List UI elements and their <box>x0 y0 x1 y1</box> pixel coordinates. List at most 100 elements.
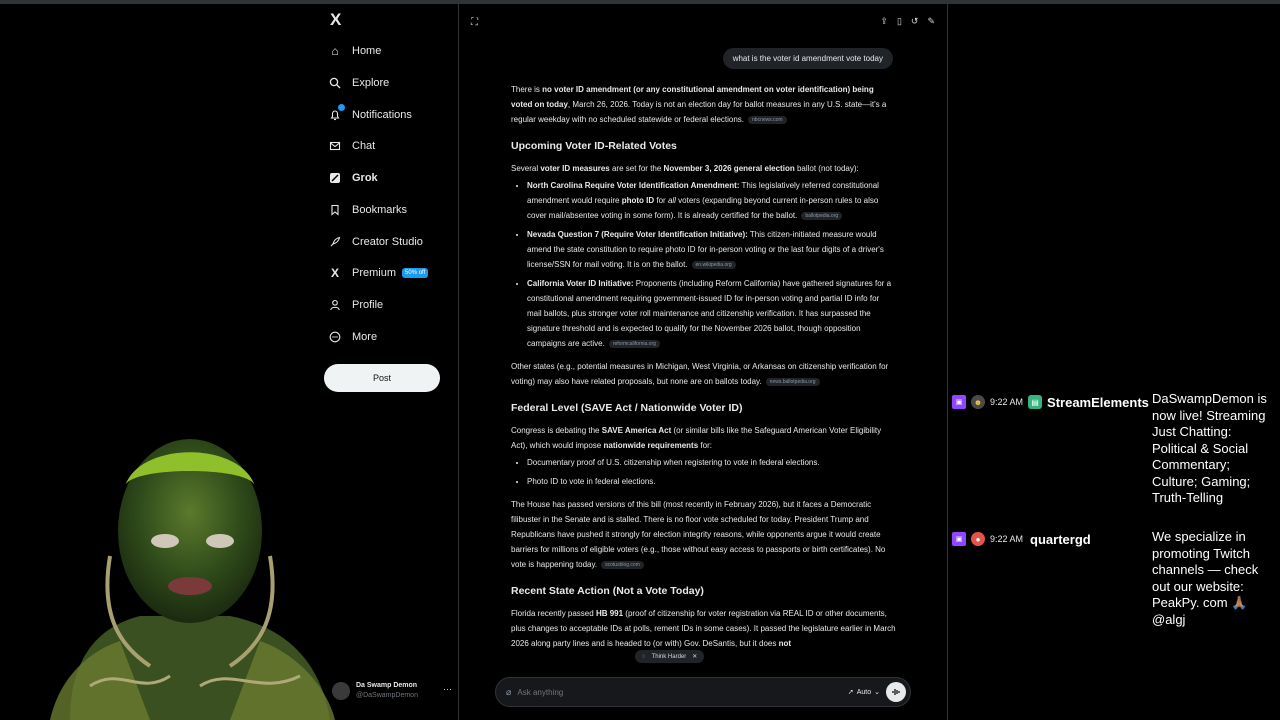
nav-more[interactable]: More <box>328 324 377 350</box>
nav-premium-label: Premium <box>352 267 397 279</box>
italic-text: all <box>667 196 676 205</box>
profile-name: Da Swamp Demon <box>356 682 418 689</box>
notification-dot <box>338 104 345 111</box>
nav-explore-label: Explore <box>352 77 390 89</box>
bold-text: Nevada Question 7 (Require Voter Identif… <box>527 230 748 239</box>
chat-meta: ▣ ☻ 9:22 AM ▤ StreamElements <box>952 394 1149 410</box>
attach-icon[interactable]: ⌀ <box>506 687 511 698</box>
list-item: Photo ID to vote in federal elections. <box>527 474 896 489</box>
profile-handle: @DaSwampDemon <box>356 692 418 699</box>
rocket-icon: ➚ <box>847 689 854 696</box>
x-icon: X <box>330 266 339 280</box>
nav-notifications[interactable]: Notifications <box>328 102 412 128</box>
share-icon[interactable]: ⇪ <box>880 16 888 27</box>
home-icon: ⌂ <box>331 44 339 58</box>
think-harder-chip[interactable]: ◌ Think Harder ✕ <box>635 650 705 663</box>
bold-text: not <box>778 639 791 648</box>
list-item: Nevada Question 7 (Require Voter Identif… <box>527 227 896 272</box>
user-avatar-icon: ● <box>971 532 985 546</box>
bold-text: North Carolina Require Voter Identificat… <box>527 181 740 190</box>
bulb-icon: ◌ <box>642 653 646 660</box>
text: , March 26, 2026. Today is not an electi… <box>511 100 887 124</box>
bold-text: California Voter ID Initiative: <box>527 279 634 288</box>
waveform-icon <box>892 689 900 695</box>
nav-profile-label: Profile <box>352 299 384 311</box>
chat-text: DaSwampDemon is now live! Streaming Just… <box>1152 391 1267 505</box>
bookmark-icon <box>328 203 342 217</box>
text: Other states (e.g., potential measures i… <box>511 362 889 386</box>
nav-explore[interactable]: Explore <box>328 70 389 96</box>
bold-text: photo ID <box>621 196 655 205</box>
twitch-icon: ▣ <box>952 532 966 546</box>
chat-username: quartergd <box>1030 531 1091 547</box>
text: for: <box>698 441 712 450</box>
sidebar-nav: X ⌂ Home Explore Notifications Chat Grok… <box>320 0 457 720</box>
bold-text: nationwide requirements <box>603 441 699 450</box>
grok-response: There is no voter ID amendment (or any c… <box>511 82 896 661</box>
list-item: Documentary proof of U.S. citizenship wh… <box>527 455 896 470</box>
premium-discount-badge: 50% off <box>402 268 429 278</box>
rocket-icon <box>328 235 342 249</box>
user-badge-icon: ☻ <box>971 395 985 409</box>
citation-chip[interactable]: en.wikipedia.org <box>691 260 736 269</box>
citation-chip[interactable]: ballotpedia.org <box>801 211 843 220</box>
expand-icon[interactable]: ⛶ <box>471 17 478 28</box>
federal-status-paragraph: The House has passed versions of this bi… <box>511 497 896 572</box>
ask-input[interactable] <box>517 687 842 697</box>
nav-home[interactable]: ⌂ Home <box>328 38 381 64</box>
citation-chip[interactable]: news.ballotpedia.org <box>765 377 820 386</box>
citation-chip[interactable]: nbcnews.com <box>748 115 787 124</box>
section-heading: Federal Level (SAVE Act / Nationwide Vot… <box>511 402 743 414</box>
account-switcher[interactable]: Da Swamp Demon @DaSwampDemon ··· <box>332 680 452 702</box>
text: The House has passed versions of this bi… <box>511 500 886 569</box>
nav-premium[interactable]: X Premium 50% off <box>328 260 429 286</box>
nav-creator-studio[interactable]: Creator Studio <box>328 229 423 255</box>
mode-selector[interactable]: ➚ Auto ⌄ <box>847 688 880 697</box>
text: are set for the <box>609 164 664 173</box>
ellipsis-icon[interactable]: ··· <box>443 684 452 694</box>
citation-chip[interactable]: scotusblog.com <box>601 560 644 569</box>
nav-chat[interactable]: Chat <box>328 133 375 159</box>
bell-icon <box>328 104 345 122</box>
nav-grok-label: Grok <box>352 172 378 184</box>
text: Florida recently passed <box>511 609 596 618</box>
nav-home-label: Home <box>352 45 382 57</box>
upcoming-list: North Carolina Require Voter Identificat… <box>511 178 896 351</box>
list-item: California Voter ID Initiative: Proponen… <box>527 276 896 351</box>
user-message-bubble: what is the voter id amendment vote toda… <box>722 48 893 69</box>
grok-icon <box>328 171 342 185</box>
mail-icon <box>328 139 342 153</box>
citation-chip[interactable]: reformcalifornia.org <box>608 339 660 348</box>
state-action-paragraph: Florida recently passed HB 991 (proof of… <box>511 606 896 651</box>
chat-text: We specialize in promoting Twitch channe… <box>1152 529 1259 627</box>
new-chat-icon[interactable]: ✎ <box>927 16 935 27</box>
history-icon[interactable]: ↺ <box>911 16 919 27</box>
avatar <box>332 682 350 700</box>
streamer-webcam-image <box>50 439 335 720</box>
grok-toolbar: ⇪ ▯ ↺ ✎ <box>880 16 935 27</box>
nav-more-label: More <box>352 331 378 343</box>
nav-profile[interactable]: Profile <box>328 292 383 318</box>
close-icon[interactable]: ✕ <box>692 653 697 660</box>
x-logo[interactable]: X <box>330 10 341 30</box>
text: Several <box>511 164 541 173</box>
more-icon <box>328 330 342 344</box>
text: Proponents (including Reform California)… <box>527 279 892 348</box>
section-heading: Upcoming Voter ID-Related Votes <box>511 140 677 152</box>
post-button[interactable]: Post <box>324 364 440 392</box>
bookmark-icon[interactable]: ▯ <box>897 16 902 27</box>
search-icon <box>328 76 342 90</box>
federal-intro: Congress is debating the SAVE America Ac… <box>511 423 896 453</box>
intro-paragraph: There is no voter ID amendment (or any c… <box>511 82 896 127</box>
bold-text: SAVE America Act <box>601 426 672 435</box>
voice-mode-button[interactable] <box>886 682 906 702</box>
bold-text: HB 991 <box>595 609 624 618</box>
section-heading: Recent State Action (Not a Vote Today) <box>511 585 704 597</box>
grok-panel: ⛶ ⇪ ▯ ↺ ✎ what is the voter id amendment… <box>458 4 948 720</box>
chat-time: 9:22 AM <box>990 397 1024 407</box>
nav-chat-label: Chat <box>352 140 376 152</box>
nav-bookmarks-label: Bookmarks <box>352 204 408 216</box>
nav-bookmarks[interactable]: Bookmarks <box>328 197 407 223</box>
nav-grok[interactable]: Grok <box>328 165 378 191</box>
bot-icon: ▤ <box>1028 395 1043 409</box>
